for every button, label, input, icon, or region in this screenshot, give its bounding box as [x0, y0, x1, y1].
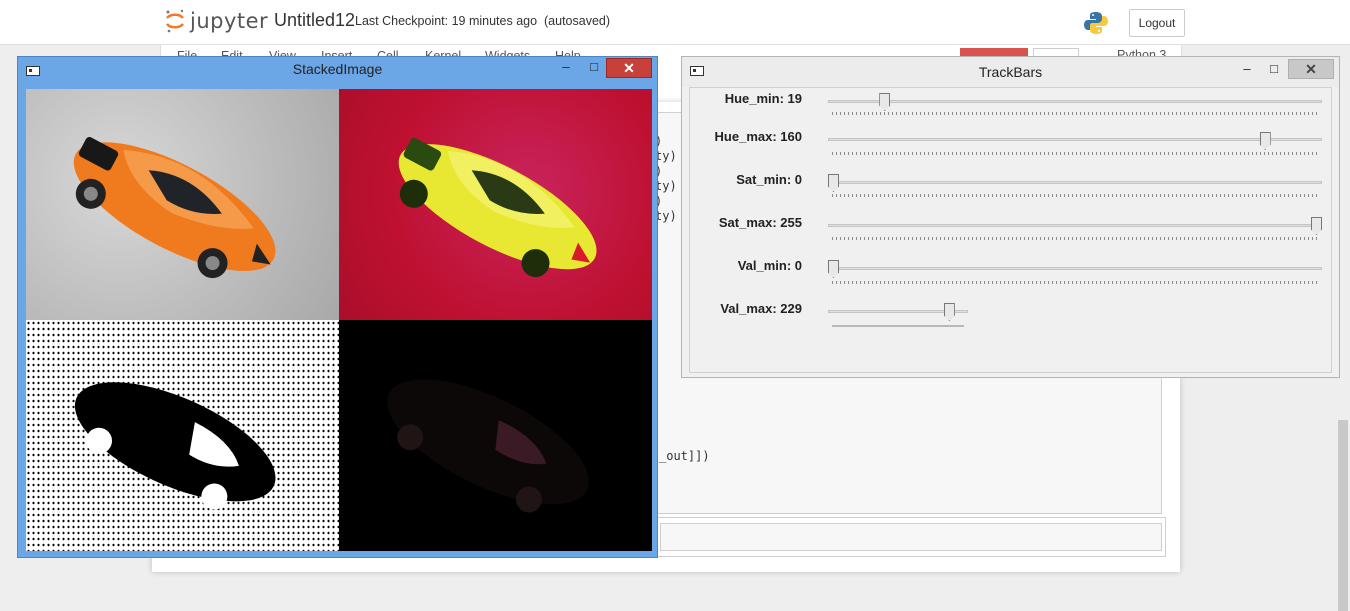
original-image-panel [26, 89, 339, 320]
trackbar-label-hue-min: Hue_min: 19 [724, 91, 802, 106]
car-mask-image [74, 382, 276, 510]
maximize-icon: □ [1270, 61, 1278, 76]
trackbar-ticks [832, 325, 964, 327]
yellow-car-image [398, 137, 597, 278]
trackbar-thumb-hue-max[interactable] [1259, 132, 1271, 150]
trackbars-window[interactable]: TrackBars – □ ✕ Hue_min: 19 Hue_max: 160… [681, 56, 1340, 378]
checkpoint-status: Last Checkpoint: 19 minutes ago (autosav… [355, 14, 610, 28]
trackbars-panel: Hue_min: 19 Hue_max: 160 Sat_min: 0 Sat_… [689, 87, 1332, 373]
trackbar-label-val-max: Val_max: 229 [720, 301, 802, 316]
close-icon: ✕ [623, 60, 635, 76]
jupyter-logo-text: jupyter [190, 9, 269, 33]
trackbar-label-sat-min: Sat_min: 0 [736, 172, 802, 187]
trackbar-sat-min[interactable] [828, 181, 1322, 184]
trackbar-hue-max[interactable] [828, 138, 1322, 141]
trackbar-val-min[interactable] [828, 267, 1322, 270]
jupyter-logo-icon[interactable] [164, 8, 186, 34]
minimize-button[interactable]: – [554, 58, 578, 78]
close-button[interactable]: ✕ [606, 58, 652, 78]
python-logo-icon [1084, 12, 1108, 34]
minimize-icon: – [562, 59, 570, 74]
trackbar-ticks [832, 237, 1320, 240]
hsv-image-panel [339, 89, 652, 320]
orange-car-image [73, 136, 276, 279]
minimize-button[interactable]: – [1235, 60, 1259, 80]
trackbar-thumb-val-max[interactable] [943, 303, 955, 321]
checkpoint-text: Last Checkpoint: 19 minutes ago [355, 14, 538, 28]
code-line: ty) [655, 149, 677, 163]
stackedimage-window[interactable]: StackedImage – □ ✕ [17, 56, 658, 558]
code-line: _out]]) [659, 449, 710, 463]
trackbar-thumb-sat-min[interactable] [828, 174, 839, 192]
result-car-image [387, 379, 589, 513]
trackbar-label-sat-max: Sat_max: 255 [718, 215, 802, 230]
trackbar-label-val-min: Val_min: 0 [737, 258, 802, 273]
page-scrollbar[interactable] [1338, 420, 1348, 611]
notebook-name[interactable]: Untitled12 [274, 10, 355, 31]
trackbar-ticks [832, 112, 1320, 115]
logout-button[interactable]: Logout [1129, 9, 1185, 37]
trackbar-sat-max[interactable] [828, 224, 1322, 227]
close-button[interactable]: ✕ [1288, 59, 1334, 79]
mask-image-panel [26, 320, 339, 551]
trackbar-thumb-val-min[interactable] [828, 260, 839, 278]
stacked-image-canvas[interactable] [26, 89, 652, 551]
jupyter-header: jupyter Untitled12 Last Checkpoint: 19 m… [0, 0, 1350, 45]
empty-cell-input[interactable] [660, 523, 1162, 551]
minimize-icon: – [1243, 61, 1251, 76]
trackbar-ticks [832, 152, 1320, 155]
close-icon: ✕ [1305, 61, 1317, 77]
result-image-panel [339, 320, 652, 551]
maximize-button[interactable]: □ [582, 58, 606, 78]
trackbar-ticks [832, 194, 1320, 197]
trackbar-hue-min[interactable] [828, 100, 1322, 103]
maximize-button[interactable]: □ [1262, 60, 1286, 80]
trackbar-thumb-sat-max[interactable] [1311, 217, 1322, 235]
trackbar-ticks [832, 281, 1320, 284]
maximize-icon: □ [590, 59, 598, 74]
autosave-text: (autosaved) [544, 14, 611, 28]
trackbar-label-hue-max: Hue_max: 160 [714, 129, 802, 144]
trackbar-thumb-hue-min[interactable] [879, 93, 891, 111]
